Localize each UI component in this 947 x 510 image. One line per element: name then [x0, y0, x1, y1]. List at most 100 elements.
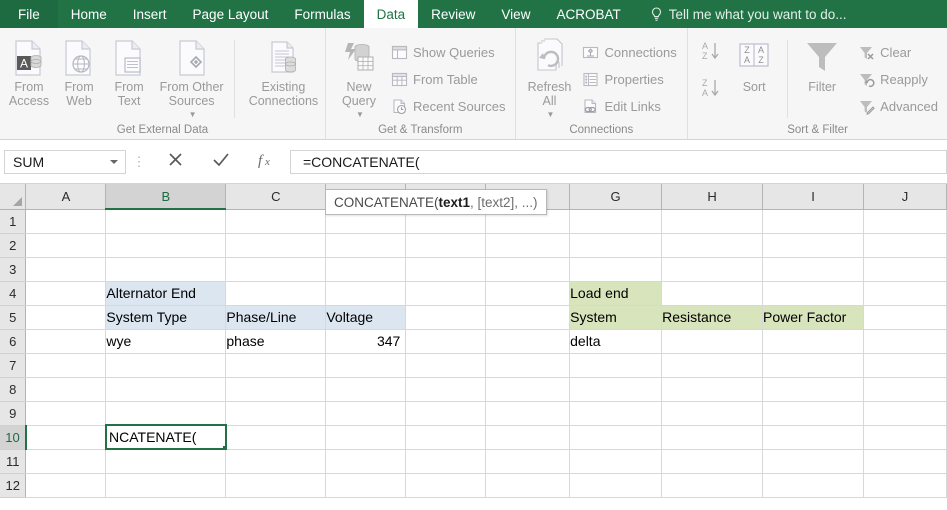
- cell-H2[interactable]: [661, 233, 764, 258]
- cell-F7[interactable]: [485, 353, 571, 378]
- cell-D5[interactable]: Voltage: [325, 305, 407, 330]
- cell-H11[interactable]: [661, 449, 764, 474]
- cell-B1[interactable]: [105, 209, 227, 234]
- row-header-12[interactable]: 12: [0, 473, 27, 498]
- column-header-b[interactable]: B: [105, 184, 227, 210]
- cell-E6[interactable]: [405, 329, 487, 354]
- cell-J9[interactable]: [863, 401, 947, 426]
- cell-B11[interactable]: [105, 449, 227, 474]
- row-header-6[interactable]: 6: [0, 329, 27, 354]
- cell-H1[interactable]: [661, 209, 764, 234]
- cell-G8[interactable]: [569, 377, 663, 402]
- cell-C8[interactable]: [225, 377, 327, 402]
- column-header-i[interactable]: I: [762, 184, 864, 210]
- cell-I6[interactable]: [762, 329, 864, 354]
- cell-G12[interactable]: [569, 473, 663, 498]
- cell-I11[interactable]: [762, 449, 864, 474]
- cell-H4[interactable]: [661, 281, 764, 306]
- from-web-button[interactable]: From Web: [54, 34, 104, 108]
- cell-D12[interactable]: [325, 473, 407, 498]
- cell-J4[interactable]: [863, 281, 947, 306]
- cell-E5[interactable]: [405, 305, 487, 330]
- cell-I3[interactable]: [762, 257, 864, 282]
- insert-function-button[interactable]: f x: [244, 148, 290, 176]
- tab-review[interactable]: Review: [418, 0, 488, 28]
- row-header-9[interactable]: 9: [0, 401, 27, 426]
- formula-bar-handle[interactable]: ⋮: [126, 155, 152, 168]
- cell-J6[interactable]: [863, 329, 947, 354]
- cell-B4[interactable]: Alternator End: [105, 281, 227, 306]
- cell-D9[interactable]: [325, 401, 407, 426]
- cell-E11[interactable]: [405, 449, 487, 474]
- tab-insert[interactable]: Insert: [120, 0, 180, 28]
- cell-F6[interactable]: [485, 329, 571, 354]
- name-box[interactable]: SUM: [4, 149, 126, 174]
- cell-G10[interactable]: [569, 425, 663, 450]
- cell-F2[interactable]: [485, 233, 571, 258]
- sort-az-icon[interactable]: A Z: [699, 40, 723, 67]
- cell-I8[interactable]: [762, 377, 864, 402]
- cell-J7[interactable]: [863, 353, 947, 378]
- cell-F10[interactable]: [485, 425, 571, 450]
- cell-A2[interactable]: [25, 233, 107, 258]
- chevron-down-icon[interactable]: ▼: [530, 108, 572, 122]
- cell-C4[interactable]: [225, 281, 327, 306]
- cell-I7[interactable]: [762, 353, 864, 378]
- fill-handle[interactable]: [222, 445, 225, 448]
- refresh-all-button[interactable]: Refresh All ▼: [520, 34, 580, 122]
- cell-A7[interactable]: [25, 353, 107, 378]
- tab-home[interactable]: Home: [58, 0, 120, 28]
- cell-G4[interactable]: Load end: [569, 281, 663, 306]
- from-table-button[interactable]: From Table: [388, 66, 511, 93]
- tab-view[interactable]: View: [488, 0, 543, 28]
- cell-E12[interactable]: [405, 473, 487, 498]
- cell-C10[interactable]: [225, 425, 327, 450]
- row-header-1[interactable]: 1: [0, 209, 27, 234]
- cell-G11[interactable]: [569, 449, 663, 474]
- row-header-5[interactable]: 5: [0, 305, 27, 330]
- cell-E9[interactable]: [405, 401, 487, 426]
- tab-file[interactable]: File: [0, 0, 58, 28]
- cell-G7[interactable]: [569, 353, 663, 378]
- cell-H7[interactable]: [661, 353, 764, 378]
- row-header-7[interactable]: 7: [0, 353, 27, 378]
- tab-data[interactable]: Data: [363, 0, 419, 28]
- cell-E8[interactable]: [405, 377, 487, 402]
- cell-C6[interactable]: phase: [225, 329, 327, 354]
- connections-button[interactable]: Connections: [580, 39, 682, 66]
- column-header-h[interactable]: H: [661, 184, 764, 210]
- cell-D7[interactable]: [325, 353, 407, 378]
- active-cell-editor[interactable]: NCATENATE(: [105, 424, 227, 450]
- cell-E3[interactable]: [405, 257, 487, 282]
- properties-button[interactable]: Properties: [580, 66, 682, 93]
- cell-E4[interactable]: [405, 281, 487, 306]
- cell-A12[interactable]: [25, 473, 107, 498]
- cell-I2[interactable]: [762, 233, 864, 258]
- cell-G2[interactable]: [569, 233, 663, 258]
- filter-button[interactable]: Filter: [793, 34, 851, 94]
- cell-A11[interactable]: [25, 449, 107, 474]
- cell-D8[interactable]: [325, 377, 407, 402]
- cell-B3[interactable]: [105, 257, 227, 282]
- cell-A9[interactable]: [25, 401, 107, 426]
- from-text-button[interactable]: From Text: [104, 34, 154, 108]
- cell-B8[interactable]: [105, 377, 227, 402]
- cell-A10[interactable]: [25, 425, 107, 450]
- cell-J5[interactable]: [863, 305, 947, 330]
- column-header-a[interactable]: A: [25, 184, 107, 210]
- cell-H9[interactable]: [661, 401, 764, 426]
- show-queries-button[interactable]: Show Queries: [388, 39, 511, 66]
- select-all-button[interactable]: [0, 184, 27, 210]
- tab-page-layout[interactable]: Page Layout: [180, 0, 282, 28]
- row-header-11[interactable]: 11: [0, 449, 27, 474]
- column-header-c[interactable]: C: [225, 184, 327, 210]
- from-access-button[interactable]: A From Access: [4, 34, 54, 108]
- cell-B9[interactable]: [105, 401, 227, 426]
- cell-B5[interactable]: System Type: [105, 305, 227, 330]
- edit-links-button[interactable]: Edit Links: [580, 93, 682, 120]
- cell-D6[interactable]: 347: [325, 329, 407, 354]
- cell-J12[interactable]: [863, 473, 947, 498]
- cell-F9[interactable]: [485, 401, 571, 426]
- row-header-8[interactable]: 8: [0, 377, 27, 402]
- cell-J1[interactable]: [863, 209, 947, 234]
